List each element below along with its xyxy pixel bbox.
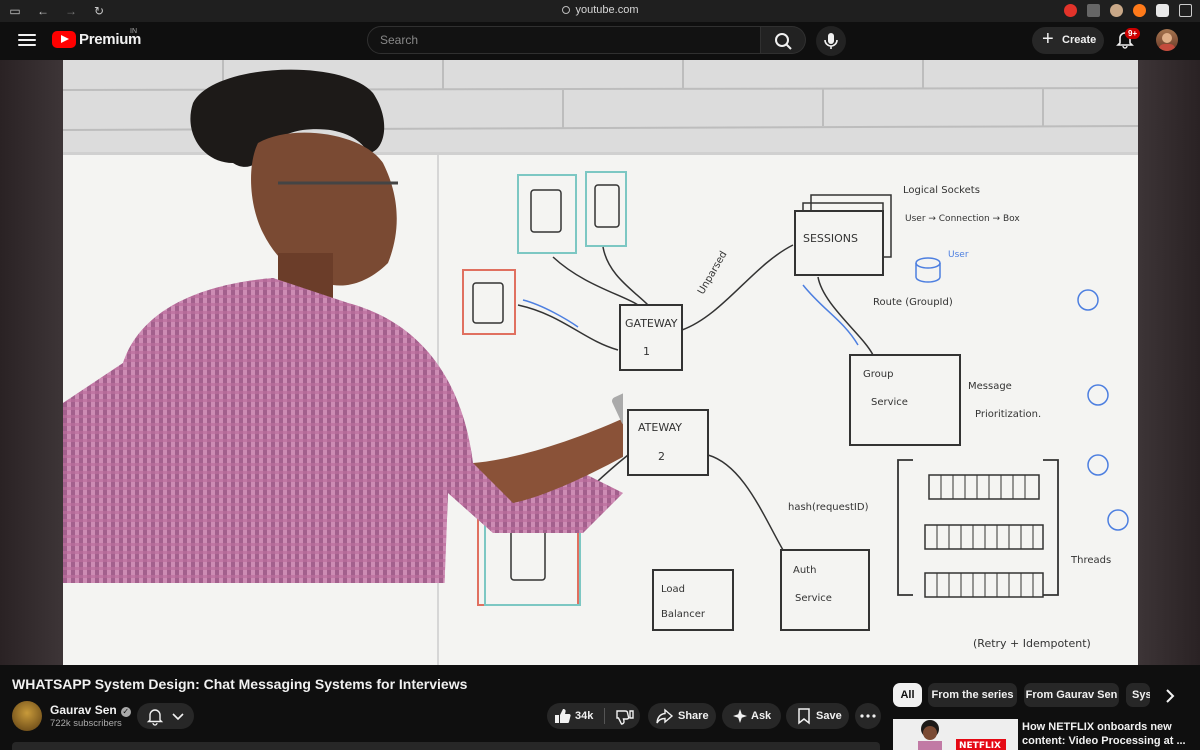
create-button[interactable]: Create <box>1032 26 1104 54</box>
subscription-bell-button[interactable] <box>137 703 194 729</box>
extension-grid-icon[interactable] <box>1156 4 1169 17</box>
extension-orange-icon[interactable] <box>1133 4 1146 17</box>
channel-avatar[interactable] <box>12 701 42 731</box>
account-avatar[interactable] <box>1156 29 1178 51</box>
user-db-label: User <box>948 250 969 260</box>
search-icon <box>775 33 792 50</box>
share-label: Share <box>678 710 709 722</box>
more-horizontal-icon <box>860 714 876 718</box>
reload-icon[interactable]: ↻ <box>92 4 106 18</box>
ask-label: Ask <box>751 710 772 722</box>
chip-from-gaurav-sen[interactable]: From Gaurav Sen <box>1024 683 1119 707</box>
route-label: Route (GroupId) <box>873 297 953 308</box>
share-button[interactable]: Share <box>648 703 716 729</box>
video-title: WHATSAPP System Design: Chat Messaging S… <box>12 676 468 692</box>
whiteboard: GATEWAY 1 ATEWAY 2 SESSIONS Logical Sock… <box>63 69 1138 665</box>
sessions-label: SESSIONS <box>803 232 858 245</box>
forward-icon[interactable]: → <box>64 4 78 18</box>
channel-name-row[interactable]: Gaurav Sen ✓ <box>50 703 131 717</box>
load-balancer-label-1: Load <box>661 584 685 595</box>
chip-system-design[interactable]: Sys <box>1126 683 1150 707</box>
thumbnail-text: NETFLIX <box>959 741 1001 750</box>
like-count[interactable]: 34k <box>575 703 593 729</box>
like-icon <box>555 709 571 723</box>
group-service-label-2: Service <box>871 397 908 408</box>
message-prioritization-label-2: Prioritization. <box>975 409 1041 420</box>
chip-all[interactable]: All <box>893 683 922 707</box>
retry-idempotent-label: (Retry + Idempotent) <box>973 637 1091 650</box>
user-connection-label: User → Connection → Box <box>905 214 1020 224</box>
auth-service-label-2: Service <box>795 593 832 604</box>
gateway-box <box>627 409 709 476</box>
gateway2-label: ATEWAY <box>638 421 682 434</box>
presenter <box>63 69 623 583</box>
save-label: Save <box>816 710 842 722</box>
bookmark-icon <box>798 708 810 725</box>
related-video-thumbnail[interactable]: NETFLIX <box>893 719 1018 750</box>
menu-icon[interactable] <box>18 31 36 49</box>
search-input[interactable]: Search <box>367 26 761 54</box>
voice-search-button[interactable] <box>816 26 846 56</box>
thread-queue <box>924 572 1044 598</box>
like-divider <box>604 708 605 724</box>
threads-label: Threads <box>1070 555 1111 566</box>
extension-avatar-icon[interactable] <box>1110 4 1123 17</box>
auth-service-box <box>780 549 870 631</box>
url-text: youtube.com <box>575 4 639 16</box>
description-panel-edge <box>12 742 880 750</box>
gateway1-label: GATEWAY <box>625 317 678 330</box>
like-dislike-group: 34k <box>547 703 640 729</box>
share-icon <box>656 708 674 724</box>
site-info-icon <box>561 6 570 14</box>
dislike-icon <box>616 710 634 725</box>
ask-button[interactable]: Ask <box>722 703 781 729</box>
save-button[interactable]: Save <box>786 703 849 729</box>
address-bar[interactable]: youtube.com <box>0 4 1200 16</box>
chevron-right-icon[interactable] <box>1160 686 1180 706</box>
verified-check-icon: ✓ <box>120 707 131 717</box>
bell-dropdown-icon <box>146 709 184 726</box>
hash-label: hash(requestID) <box>788 502 869 513</box>
logo-country-code: IN <box>130 28 137 35</box>
thread-queue <box>928 474 1040 500</box>
youtube-header: Premium IN Search Create 9+ <box>0 22 1200 60</box>
thread-queue <box>924 524 1044 550</box>
logical-sockets-label: Logical Sockets <box>903 185 980 196</box>
sparkle-icon <box>733 709 747 723</box>
search-button[interactable] <box>761 26 806 54</box>
browser-toolbar: ▭ ← → ↻ youtube.com <box>0 0 1200 22</box>
channel-name[interactable]: Gaurav Sen <box>50 703 117 717</box>
subscriber-count: 722k subscribers <box>50 718 122 729</box>
message-prioritization-label-1: Message <box>968 381 1012 392</box>
extension-red-icon[interactable] <box>1064 4 1077 17</box>
load-balancer-box <box>652 569 734 631</box>
sidebar-toggle-icon[interactable]: ▭ <box>8 4 22 18</box>
youtube-premium-logo[interactable]: Premium IN <box>52 28 141 48</box>
unparsed-label: Unparsed <box>696 249 730 296</box>
reader-icon[interactable] <box>1087 4 1100 17</box>
group-service-label-1: Group <box>863 369 893 380</box>
back-icon[interactable]: ← <box>36 4 50 18</box>
gateway-box <box>619 304 683 371</box>
notification-badge: 9+ <box>1125 28 1141 39</box>
more-actions-button[interactable] <box>855 703 881 729</box>
chip-from-the-series[interactable]: From the series <box>928 683 1017 707</box>
video-player[interactable]: GATEWAY 1 ATEWAY 2 SESSIONS Logical Sock… <box>63 60 1138 665</box>
youtube-play-icon <box>52 31 76 48</box>
load-balancer-label-2: Balancer <box>661 609 706 620</box>
related-video-title[interactable]: How NETFLIX onboards new content: Video … <box>1022 720 1192 748</box>
auth-service-label-1: Auth <box>793 565 816 576</box>
split-view-icon[interactable] <box>1179 4 1192 17</box>
gateway1-number: 1 <box>643 345 650 358</box>
gateway2-number: 2 <box>658 450 665 463</box>
microphone-icon <box>824 33 838 49</box>
